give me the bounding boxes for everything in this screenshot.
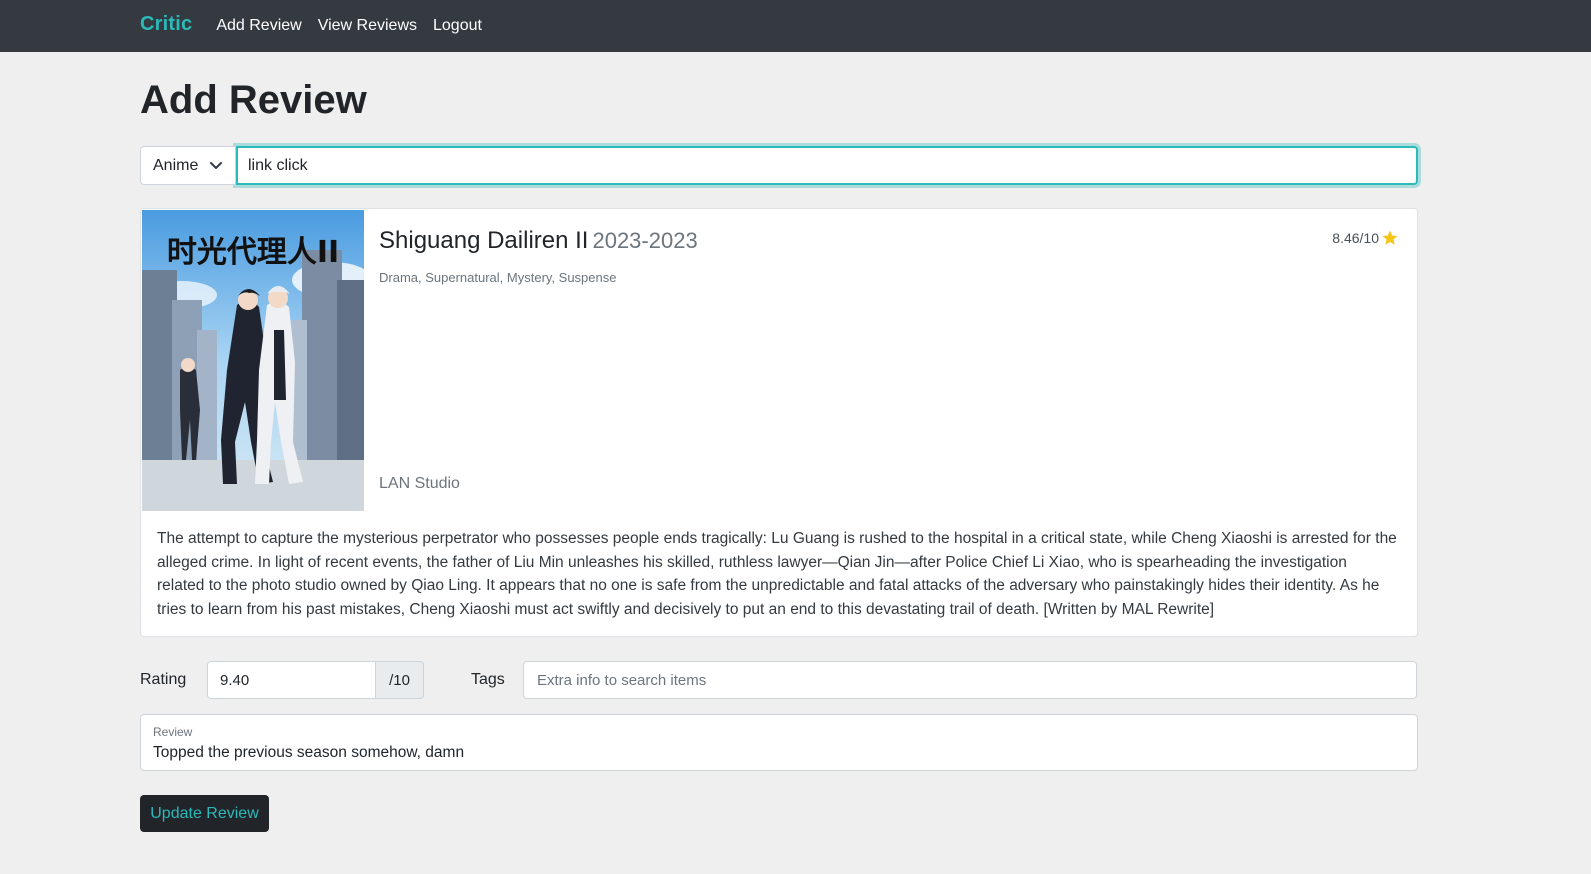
search-row: Anime	[140, 146, 1418, 185]
nav-add-review[interactable]: Add Review	[216, 17, 301, 35]
chevron-down-icon	[210, 162, 222, 169]
tags-label: Tags	[471, 671, 505, 688]
item-synopsis: The attempt to capture the mysterious pe…	[157, 530, 1397, 618]
star-icon	[1382, 230, 1398, 245]
type-select[interactable]: Anime	[140, 146, 236, 185]
result-card[interactable]: 时光代理人II Shiguang Dailiren II 2023-2023 Dr…	[140, 208, 1418, 637]
item-score-value: 8.46/10	[1332, 230, 1379, 246]
poster-image: 时光代理人II	[142, 210, 364, 511]
top-navbar: Critic Add Review View Reviews Logout	[0, 0, 1591, 52]
rating-group: /10	[207, 661, 424, 699]
nav-view-reviews[interactable]: View Reviews	[318, 17, 417, 35]
page-title: Add Review	[140, 78, 367, 122]
rating-input[interactable]	[207, 661, 376, 699]
item-title-text: Shiguang Dailiren II	[379, 227, 589, 254]
search-input[interactable]	[236, 146, 1418, 185]
rating-suffix: /10	[376, 661, 424, 699]
item-title[interactable]: Shiguang Dailiren II 2023-2023	[379, 227, 698, 255]
item-years: 2023-2023	[592, 228, 698, 253]
review-text: Topped the previous season somehow, damn	[153, 744, 465, 761]
item-score: 8.46/10	[1332, 229, 1399, 247]
rating-label: Rating	[140, 671, 187, 688]
nav-logout[interactable]: Logout	[433, 17, 482, 35]
review-field[interactable]: Review Topped the previous season someho…	[140, 714, 1418, 771]
type-select-value: Anime	[153, 156, 199, 174]
tags-input[interactable]	[523, 661, 1417, 699]
item-genres: Drama, Supernatural, Mystery, Suspense	[379, 270, 617, 285]
update-review-button[interactable]: Update Review	[140, 795, 269, 832]
review-label: Review	[153, 725, 193, 739]
poster-logo-text: 时光代理人II	[167, 235, 339, 270]
item-studio: LAN Studio	[379, 475, 460, 492]
brand-logo[interactable]: Critic	[140, 13, 192, 36]
